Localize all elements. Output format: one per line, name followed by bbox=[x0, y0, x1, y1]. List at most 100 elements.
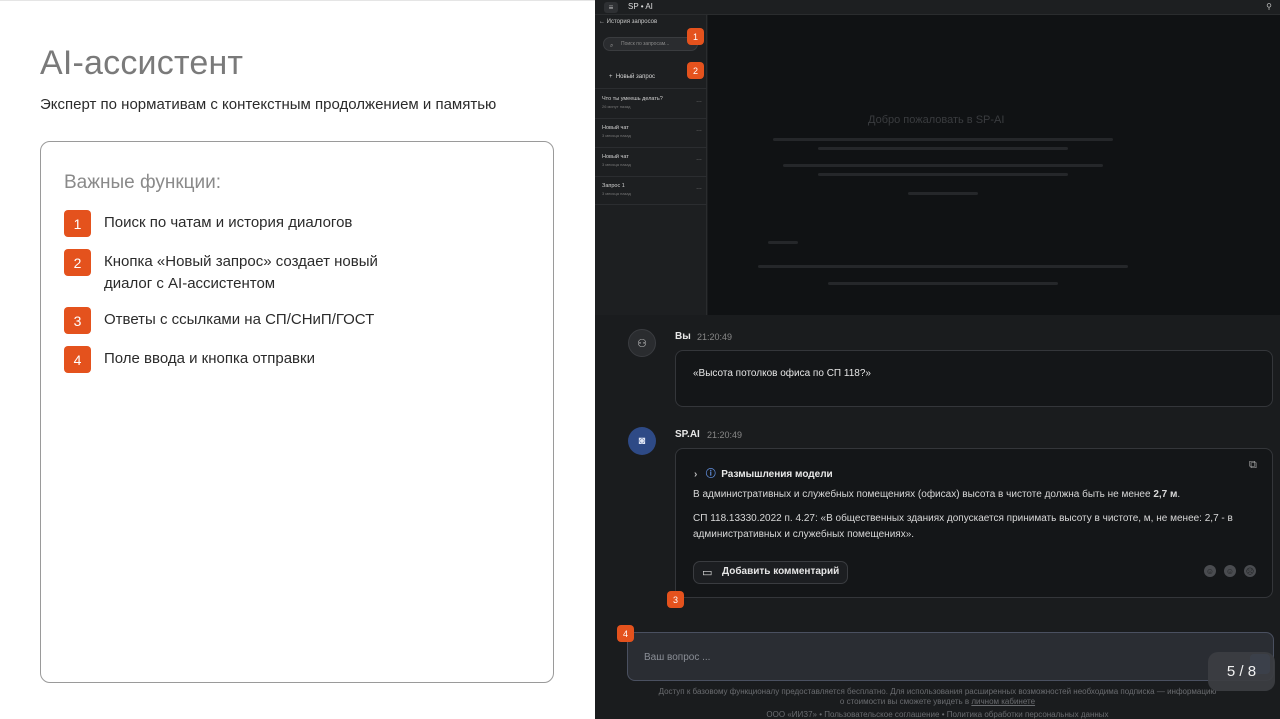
user-message: «Высота потолков офиса по СП 118?» bbox=[693, 368, 871, 379]
slide-subtitle: Эксперт по нормативам с контекстным прод… bbox=[40, 96, 497, 113]
divider bbox=[595, 176, 707, 177]
copy-icon[interactable]: ⧉ bbox=[1249, 459, 1257, 472]
answer-suffix: . bbox=[1177, 489, 1181, 500]
blurred-text bbox=[783, 164, 1103, 167]
question-input[interactable] bbox=[644, 649, 1204, 665]
divider bbox=[595, 88, 707, 89]
app-screenshot: ≡ SP • AI ⚲ ← История запросов ⌕ Поиск п… bbox=[595, 0, 1280, 719]
user-icon[interactable]: ⚲ bbox=[1266, 2, 1272, 11]
history-sidebar: ← История запросов ⌕ Поиск по запросам..… bbox=[595, 15, 707, 315]
add-comment-label: Добавить комментарий bbox=[722, 566, 840, 577]
info-icon: ⓘ bbox=[705, 469, 716, 480]
history-item[interactable]: Что ты умеешь делать? 26 минут назад … bbox=[602, 96, 702, 109]
message-author: SP.AI bbox=[675, 429, 700, 440]
features-title: Важные функции: bbox=[64, 172, 222, 193]
comment-icon: ▭ bbox=[702, 567, 713, 579]
blurred-text bbox=[773, 138, 1113, 141]
feature-text: Поиск по чатам и история диалогов bbox=[104, 214, 353, 231]
sidebar-header[interactable]: ← История запросов bbox=[599, 19, 657, 25]
feature-item: 3 Ответы с ссылками на СП/СНиП/ГОСТ bbox=[64, 307, 404, 334]
blurred-text bbox=[768, 241, 798, 244]
menu-icon[interactable]: ≡ bbox=[604, 2, 618, 13]
sidebar-header-label: История запросов bbox=[606, 19, 658, 25]
question-input-box bbox=[627, 632, 1274, 681]
bot-answer: В административных и служебных помещения… bbox=[693, 487, 1263, 503]
reaction-negative-icon[interactable]: ☹ bbox=[1244, 565, 1256, 577]
new-request-button[interactable]: + Новый запрос bbox=[609, 74, 655, 80]
history-item[interactable]: Новый чат 3 месяца назад … bbox=[602, 125, 702, 138]
bot-citation: СП 118.13330.2022 п. 4.27: «В общественн… bbox=[693, 513, 1233, 540]
welcome-title: Добро пожаловать в SP-AI bbox=[868, 114, 1005, 126]
history-item-title: Новый чат bbox=[602, 125, 629, 131]
app-title: SP • AI bbox=[628, 2, 653, 11]
more-icon[interactable]: … bbox=[696, 98, 702, 104]
slide-pager: 5 / 8 bbox=[1208, 652, 1275, 691]
feature-text: Ответы с ссылками на СП/СНиП/ГОСТ bbox=[104, 311, 375, 328]
user-avatar: ⚇ bbox=[628, 329, 656, 357]
search-icon: ⌕ bbox=[610, 43, 614, 49]
thinking-toggle[interactable]: › ⓘ Размышления модели bbox=[694, 465, 833, 480]
slide-text-panel: AI-ассистент Эксперт по нормативам с кон… bbox=[0, 0, 595, 719]
answer-text: В административных и служебных помещения… bbox=[693, 489, 1154, 500]
slide-title: AI-ассистент bbox=[40, 44, 244, 82]
history-item-title: Запрос 1 bbox=[602, 183, 625, 189]
feature-number-badge: 4 bbox=[64, 346, 91, 373]
callout-badge: 4 bbox=[617, 625, 634, 642]
more-icon[interactable]: … bbox=[696, 156, 702, 162]
feature-item: 2 Кнопка «Новый запрос» создает новый ди… bbox=[64, 249, 394, 295]
history-search-input[interactable]: ⌕ Поиск по запросам... bbox=[603, 37, 698, 51]
feature-item: 1 Поиск по чатам и история диалогов bbox=[64, 210, 404, 237]
history-item-time: 3 месяца назад bbox=[602, 162, 631, 167]
history-item-title: Новый чат bbox=[602, 154, 629, 160]
new-request-label: Новый запрос bbox=[615, 74, 656, 80]
callout-badge: 3 bbox=[667, 591, 684, 608]
history-item[interactable]: Запрос 1 3 месяца назад … bbox=[602, 183, 702, 196]
bot-avatar: ◙ bbox=[628, 427, 656, 455]
chat-area: ⚇ Вы 21:20:49 «Высота потолков офиса по … bbox=[595, 315, 1280, 719]
more-icon[interactable]: … bbox=[696, 185, 702, 191]
slide: AI-ассистент Эксперт по нормативам с кон… bbox=[0, 0, 1280, 719]
feature-text: Кнопка «Новый запрос» создает новый диал… bbox=[104, 253, 378, 292]
chevron-right-icon: › bbox=[694, 469, 698, 480]
message-time: 21:20:49 bbox=[707, 430, 743, 440]
user-message-bubble: «Высота потолков офиса по СП 118?» bbox=[675, 350, 1273, 407]
history-item-title: Что ты умеешь делать? bbox=[602, 96, 663, 102]
history-item-time: 26 минут назад bbox=[602, 104, 631, 109]
footer-notice: Доступ к базовому функционалу предоставл… bbox=[658, 687, 1217, 696]
message-time: 21:20:49 bbox=[697, 332, 733, 342]
answer-value: 2,7 м bbox=[1153, 489, 1178, 500]
feature-text: Поле ввода и кнопка отправки bbox=[104, 350, 315, 367]
feature-item: 4 Поле ввода и кнопка отправки bbox=[64, 346, 404, 373]
blurred-text bbox=[828, 282, 1058, 285]
more-icon[interactable]: … bbox=[696, 127, 702, 133]
message-author: Вы bbox=[675, 331, 691, 342]
callout-badge: 1 bbox=[687, 28, 704, 45]
footer-notice-2: о стоимости вы сможете увидеть в личном … bbox=[595, 697, 1280, 706]
feature-number-badge: 1 bbox=[64, 210, 91, 237]
feature-number-badge: 2 bbox=[64, 249, 91, 276]
divider bbox=[595, 204, 707, 205]
blurred-text bbox=[818, 147, 1068, 150]
history-item-time: 3 месяца назад bbox=[602, 133, 631, 138]
features-card: Важные функции: 1 Поиск по чатам и истор… bbox=[40, 141, 554, 683]
add-comment-button[interactable]: ▭ Добавить комментарий bbox=[693, 561, 849, 584]
cabinet-link[interactable]: личном кабинете bbox=[971, 697, 1035, 706]
blurred-text bbox=[818, 173, 1068, 176]
feature-number-badge: 3 bbox=[64, 307, 91, 334]
divider bbox=[595, 147, 707, 148]
reaction-neutral-icon[interactable]: ☺ bbox=[1224, 565, 1236, 577]
search-placeholder: Поиск по запросам... bbox=[621, 41, 670, 47]
thinking-label: Размышления модели bbox=[721, 469, 833, 480]
blurred-text bbox=[908, 192, 978, 195]
welcome-overlay: Добро пожаловать в SP-AI bbox=[708, 15, 1280, 315]
history-item-time: 3 месяца назад bbox=[602, 191, 631, 196]
callout-badge: 2 bbox=[687, 62, 704, 79]
footer-links[interactable]: ООО «ИИЗ7» • Пользовательское соглашение… bbox=[595, 710, 1280, 719]
bot-message-bubble: ⧉ › ⓘ Размышления модели В административ… bbox=[675, 448, 1273, 598]
reaction-positive-icon[interactable]: ☺ bbox=[1204, 565, 1216, 577]
divider bbox=[595, 118, 707, 119]
footer-text: о стоимости вы сможете увидеть в bbox=[839, 697, 972, 706]
history-item[interactable]: Новый чат 3 месяца назад … bbox=[602, 154, 702, 167]
blurred-text bbox=[758, 265, 1128, 268]
app-header: ≡ SP • AI ⚲ bbox=[595, 0, 1280, 15]
